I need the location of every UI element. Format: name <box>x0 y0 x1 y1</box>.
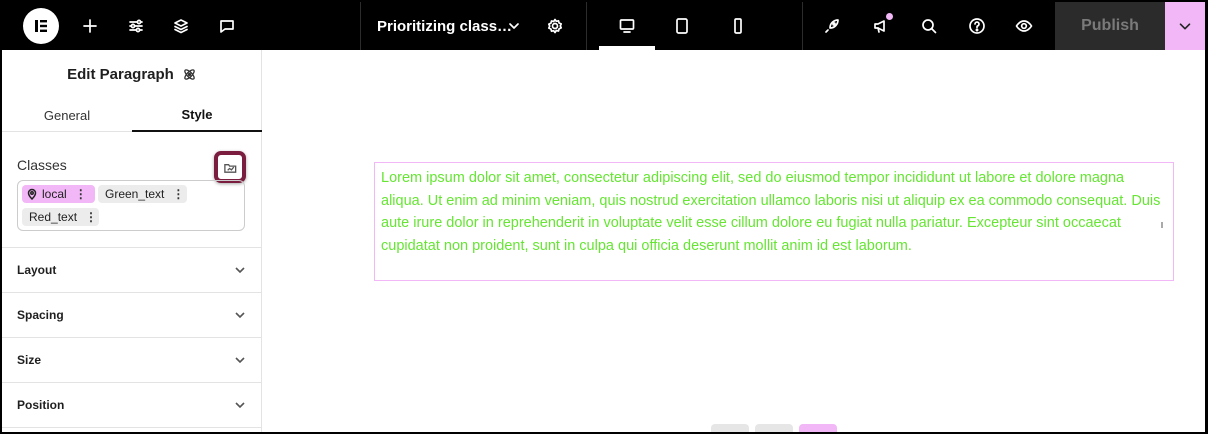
publish-button[interactable]: Publish <box>1055 2 1165 50</box>
class-chip-label: local <box>42 187 67 201</box>
publish-label: Publish <box>1081 17 1139 34</box>
section-size[interactable]: Size <box>2 337 262 382</box>
section-divider <box>2 427 262 432</box>
section-title: Layout <box>17 263 57 277</box>
paragraph-widget[interactable]: Lorem ipsum dolor sit amet, consectetur … <box>374 162 1174 281</box>
tablet-icon[interactable] <box>660 2 704 50</box>
kebab-menu-icon[interactable]: ⋮ <box>75 187 87 201</box>
chevron-down-icon <box>235 312 245 319</box>
chevron-down-icon[interactable] <box>492 2 536 50</box>
chevron-down-icon <box>235 402 245 409</box>
chevron-down-icon <box>1179 23 1191 30</box>
mobile-icon[interactable] <box>716 2 760 50</box>
rocket-icon[interactable] <box>810 2 854 50</box>
class-chip-local[interactable]: local ⋮ <box>22 185 95 203</box>
chevron-down-icon <box>235 267 245 274</box>
location-pin-icon <box>27 188 37 200</box>
add-template-button[interactable] <box>755 424 793 432</box>
class-chip-label: Red_text <box>29 210 78 224</box>
add-section-button[interactable] <box>711 424 749 432</box>
top-bar: Prioritizing class… Publish <box>2 2 1205 50</box>
search-icon[interactable] <box>907 2 951 50</box>
divider <box>586 2 587 50</box>
tab-general[interactable]: General <box>2 98 132 132</box>
sliders-icon[interactable] <box>114 2 158 50</box>
chevron-down-icon <box>235 357 245 364</box>
ai-button[interactable] <box>799 424 837 432</box>
panel-tabs: General Style <box>2 98 262 132</box>
class-chip-green-text[interactable]: Green_text ⋮ <box>98 185 187 203</box>
panel-title: Edit Paragraph <box>67 65 174 83</box>
panel-header: Edit Paragraph <box>2 50 262 98</box>
kebab-menu-icon[interactable]: ⋮ <box>85 210 97 224</box>
tab-style[interactable]: Style <box>132 98 262 132</box>
class-manager-button[interactable] <box>214 151 246 183</box>
gear-icon[interactable] <box>533 2 577 50</box>
resize-handle[interactable] <box>1161 222 1163 228</box>
editor-window: Prioritizing class… Publish Edit Paragra… <box>2 2 1205 432</box>
plus-icon[interactable] <box>68 2 112 50</box>
section-spacing[interactable]: Spacing <box>2 292 262 337</box>
section-position[interactable]: Position <box>2 382 262 427</box>
section-title: Position <box>17 398 65 412</box>
class-chip-red-text[interactable]: Red_text ⋮ <box>22 208 99 226</box>
class-manager-icon <box>223 163 236 173</box>
megaphone-icon[interactable] <box>859 2 903 50</box>
section-title: Spacing <box>17 308 64 322</box>
notification-dot <box>886 13 893 20</box>
publish-options-button[interactable] <box>1165 2 1205 50</box>
help-icon[interactable] <box>955 2 999 50</box>
class-chip-label: Green_text <box>105 187 165 201</box>
classes-label: Classes <box>17 157 67 173</box>
classes-input[interactable]: local ⋮ Green_text ⋮ Red_text ⋮ <box>17 180 245 231</box>
desktop-icon[interactable] <box>605 2 649 50</box>
kebab-menu-icon[interactable]: ⋮ <box>172 187 184 201</box>
comment-icon[interactable] <box>205 2 249 50</box>
edit-panel: Edit Paragraph General Style Classes loc… <box>2 50 262 432</box>
eye-icon[interactable] <box>1002 2 1046 50</box>
elementor-logo-icon[interactable] <box>23 8 59 44</box>
section-layout[interactable]: Layout <box>2 247 262 292</box>
editor-canvas[interactable]: Lorem ipsum dolor sit amet, consectetur … <box>263 50 1205 432</box>
divider <box>802 2 803 50</box>
divider <box>360 2 361 50</box>
layers-icon[interactable] <box>159 2 203 50</box>
atom-icon <box>184 68 195 80</box>
section-title: Size <box>17 353 42 367</box>
